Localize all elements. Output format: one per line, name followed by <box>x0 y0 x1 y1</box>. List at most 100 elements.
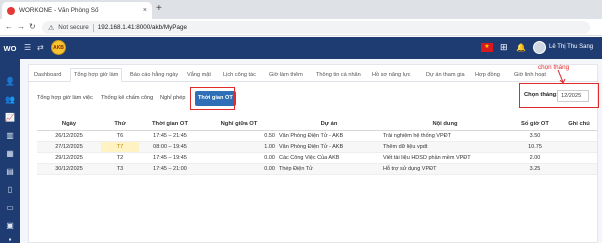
forward-icon[interactable]: → <box>17 21 25 33</box>
inbox-icon[interactable]: ▤ <box>5 167 15 177</box>
col-header-content: Nội dung <box>381 118 509 131</box>
month-filter-input[interactable]: 12/2025 <box>557 90 589 102</box>
grid-icon[interactable]: ⊞ <box>500 42 508 52</box>
cell-ot-time: 17:45 – 21:00 <box>139 163 201 175</box>
cell-note <box>561 141 597 153</box>
cell-break: 0.00 <box>201 163 277 175</box>
cell-break: 1.00 <box>201 141 277 153</box>
table-row[interactable]: 27/12/2025 T7 08:00 – 19:45 1.00 Văn Phò… <box>37 141 597 153</box>
tab-daily-report[interactable]: Báo cáo hằng ngày <box>130 68 178 82</box>
vietnam-flag-icon[interactable]: ★ <box>481 43 493 52</box>
table-row[interactable]: 26/12/2025 T6 17:45 – 21:45 0.50 Văn Phò… <box>37 130 597 142</box>
subtab-attendance-stats[interactable]: Thống kê chấm công <box>98 91 156 106</box>
main-content: Dashboard Tổng hợp giờ làm Báo cáo hằng … <box>20 59 602 243</box>
cell-hours: 2.00 <box>509 152 561 164</box>
tab-competency-profile[interactable]: Hồ sơ năng lực <box>372 68 411 82</box>
ot-tab-highlight-box <box>190 87 235 110</box>
url-divider <box>92 23 94 32</box>
cell-date: 30/12/2025 <box>37 163 101 175</box>
col-header-note: Ghi chú <box>561 118 597 131</box>
cell-project: Thép Điện Tử <box>277 163 381 175</box>
cell-hours: 10.75 <box>509 141 561 153</box>
table-header-row: Ngày Thứ Thời gian OT Nghỉ giữa OT Dự án… <box>37 118 597 131</box>
ot-table: Ngày Thứ Thời gian OT Nghỉ giữa OT Dự án… <box>37 118 597 175</box>
tab-contracts[interactable]: Hợp đồng <box>475 68 500 82</box>
new-tab-button[interactable]: + <box>156 3 162 15</box>
favicon-icon <box>7 6 15 15</box>
month-filter-label: Chọn tháng: <box>524 92 559 98</box>
swap-icon[interactable]: ⇄ <box>37 43 44 53</box>
cell-content: Viết tài liệu HDSD phần mềm VPĐT <box>381 152 509 164</box>
cell-content: Trải nghiệm hệ thống VPĐT <box>381 130 509 142</box>
cell-note <box>561 152 597 164</box>
cell-date: 29/12/2025 <box>37 152 101 164</box>
building-icon[interactable]: ▣ <box>5 221 15 231</box>
tab-absence[interactable]: Vắng mặt <box>187 68 211 82</box>
bell-icon[interactable]: 🔔 <box>516 43 526 53</box>
cell-ot-time: 17:45 – 21:45 <box>139 130 201 142</box>
cell-project: Các Công Việc Của AKB <box>277 152 381 164</box>
tab-title: WORKONE - Văn Phòng Số <box>19 7 99 14</box>
tab-projects[interactable]: Dự án tham gia <box>426 68 465 82</box>
users-icon[interactable]: 👥 <box>5 95 15 105</box>
cell-ot-time: 17:45 – 19:45 <box>139 152 201 164</box>
col-header-date: Ngày <box>37 118 101 131</box>
cell-break: 0.50 <box>201 130 277 142</box>
close-tab-icon[interactable]: × <box>143 7 147 14</box>
col-header-ot-time: Thời gian OT <box>139 118 201 131</box>
clipboard-icon[interactable]: ▭ <box>5 203 15 213</box>
cell-date: 27/12/2025 <box>37 141 101 153</box>
cell-ot-time: 08:00 – 19:45 <box>139 141 201 153</box>
cell-note <box>561 163 597 175</box>
cell-break: 0.00 <box>201 152 277 164</box>
col-header-project: Dự án <box>277 118 381 131</box>
mypage-panel: Dashboard Tổng hợp giờ làm Báo cáo hằng … <box>28 64 599 243</box>
subtab-work-hours[interactable]: Tổng hợp giờ làm việc <box>34 91 96 106</box>
tab-dashboard[interactable]: Dashboard <box>34 68 61 82</box>
archive-icon[interactable]: ▪ <box>5 235 15 243</box>
sidebar: 👤 👥 📈 ▥ ▦ ▤ ▯ ▭ ▣ ▪ <box>0 59 20 243</box>
user-icon[interactable]: 👤 <box>5 77 15 87</box>
url-text[interactable]: 192.168.1.41:8000/akb/MyPage <box>98 24 187 31</box>
chart-icon[interactable]: 📈 <box>5 113 15 123</box>
col-header-break: Nghỉ giữa OT <box>201 118 277 131</box>
back-icon[interactable]: ← <box>5 21 13 33</box>
cell-date: 26/12/2025 <box>37 130 101 142</box>
user-name[interactable]: Lê Thị Thu Sang <box>549 44 593 50</box>
tab-personal-info[interactable]: Thông tin cá nhân <box>316 68 361 82</box>
cell-weekday: T3 <box>101 163 139 175</box>
tab-work-hours-summary[interactable]: Tổng hợp giờ làm <box>70 68 123 82</box>
table-row[interactable]: 30/12/2025 T3 17:45 – 21:00 0.00 Thép Đi… <box>37 163 597 175</box>
brand-logo[interactable]: WO <box>0 37 20 59</box>
cell-content: Thêm dữ liệu vpdt <box>381 141 509 153</box>
cell-content: Hỗ trợ sử dụng VPĐT <box>381 163 509 175</box>
avatar[interactable] <box>533 41 546 54</box>
subtab-leave[interactable]: Nghỉ phép <box>157 91 189 106</box>
stats-icon[interactable]: ▥ <box>5 131 15 141</box>
col-header-hours: Số giờ OT <box>509 118 561 131</box>
cell-weekday: T6 <box>101 130 139 142</box>
main-tab-bar: Dashboard Tổng hợp giờ làm Báo cáo hằng … <box>29 68 599 82</box>
browser-tab[interactable]: WORKONE - Văn Phòng Số × <box>2 2 152 19</box>
cell-weekday-weekend: T7 <box>101 141 139 153</box>
col-header-weekday: Thứ <box>101 118 139 131</box>
table-row[interactable]: 29/12/2025 T2 17:45 – 19:45 0.00 Các Côn… <box>37 152 597 164</box>
browser-tab-strip: WORKONE - Văn Phòng Số × + <box>0 0 602 19</box>
cell-hours: 3.25 <box>509 163 561 175</box>
cell-hours: 3.50 <box>509 130 561 142</box>
document-icon[interactable]: ▯ <box>5 185 15 195</box>
menu-toggle-icon[interactable]: ☰ <box>24 43 31 53</box>
address-bar: ← → ↻ ⚠ Not secure 192.168.1.41:8000/akb… <box>0 19 602 36</box>
cell-note <box>561 130 597 142</box>
tab-business-trip[interactable]: Lịch công tác <box>223 68 256 82</box>
tab-overtime[interactable]: Giờ làm thêm <box>269 68 303 82</box>
security-label[interactable]: Not secure <box>58 24 88 31</box>
app-header: WO ☰ ⇄ AKB ★ ⊞ 🔔 Lê Thị Thu Sang <box>0 37 602 59</box>
warning-icon: ⚠ <box>48 24 55 32</box>
calendar-icon[interactable]: ▦ <box>5 149 15 159</box>
cell-project: Văn Phòng Điện Tử - AKB <box>277 141 381 153</box>
cell-project: Văn Phòng Điện Tử - AKB <box>277 130 381 142</box>
url-field[interactable]: ⚠ Not secure 192.168.1.41:8000/akb/MyPag… <box>42 21 590 34</box>
cell-weekday: T2 <box>101 152 139 164</box>
reload-icon[interactable]: ↻ <box>29 21 36 33</box>
